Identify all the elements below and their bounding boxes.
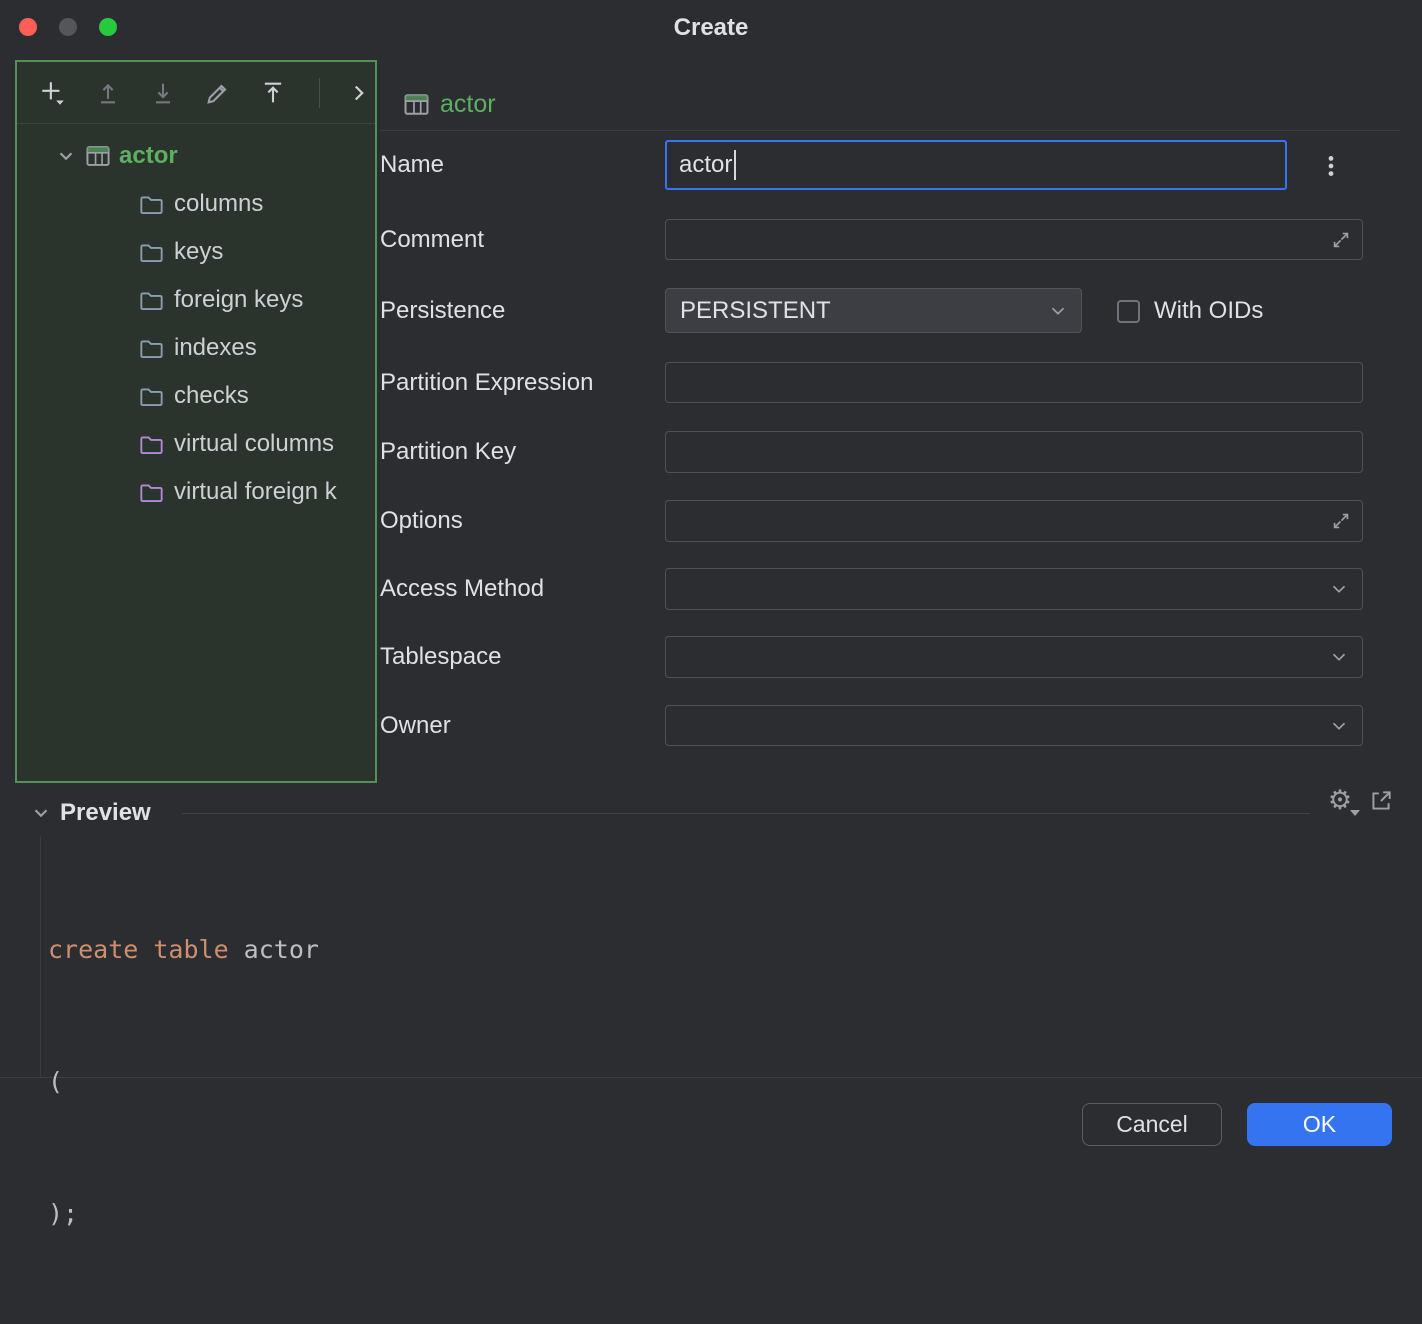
titlebar: Create [0,0,1422,55]
tree-item-checks[interactable]: checks [17,372,375,420]
tree-item-label: indexes [174,334,257,362]
partition-key-label: Partition Key [380,431,516,473]
expand-icon[interactable] [1330,229,1352,251]
toolbar-separator [319,78,320,108]
tree-item-label: actor [119,142,178,170]
sql-text: ); [48,1199,78,1228]
add-button[interactable] [37,76,70,110]
chevron-down-icon [1328,715,1350,737]
sql-text: ( [48,1067,63,1096]
sql-line: create table actor [48,928,319,972]
gear-icon[interactable]: ⚙ [1322,782,1358,818]
tree-item-label: virtual columns [174,430,334,458]
preview-title[interactable]: Preview [60,799,151,827]
folder-icon [139,240,164,265]
folder-icon [139,432,164,457]
comment-input[interactable] [665,219,1363,260]
name-input-value: actor [679,151,732,179]
window-title: Create [0,0,1422,55]
tab-divider [380,130,1400,131]
text-caret [734,150,736,180]
structure-tree-panel: actor columns keys foreign keys indexes … [15,60,377,783]
name-input[interactable]: actor [665,140,1287,190]
access-method-label: Access Method [380,568,544,610]
folder-icon [139,480,164,505]
tree-toolbar [17,62,375,124]
sql-keyword: create table [48,935,229,964]
preview-code-area: create table actor ( ); [0,828,1422,1078]
tablespace-select[interactable] [665,636,1363,678]
edit-pencil-icon[interactable] [202,76,235,110]
tree-item-label: checks [174,382,249,410]
persistence-label: Persistence [380,288,505,333]
move-down-icon[interactable] [147,76,180,110]
chevron-right-icon[interactable] [342,76,375,110]
preview-header: Preview [30,794,151,832]
tree-item-label: columns [174,190,263,218]
table-icon [85,143,111,169]
tablespace-label: Tablespace [380,636,501,678]
ok-button[interactable]: OK [1247,1103,1392,1146]
folder-icon [139,384,164,409]
structure-tree: actor columns keys foreign keys indexes … [17,132,375,516]
tree-item-label: virtual foreign k [174,478,337,506]
with-oids-checkbox[interactable] [1117,300,1140,323]
code-gutter-line [40,836,41,1078]
tree-item-label: keys [174,238,223,266]
tree-item-virtual-columns[interactable]: virtual columns [17,420,375,468]
tree-item-foreign-keys[interactable]: foreign keys [17,276,375,324]
tab-actor[interactable]: actor [403,84,496,124]
tree-item-indexes[interactable]: indexes [17,324,375,372]
chevron-down-icon[interactable] [30,802,52,824]
owner-label: Owner [380,705,451,746]
tree-item-virtual-foreign-keys[interactable]: virtual foreign k [17,468,375,516]
kebab-menu-icon[interactable] [1318,142,1344,190]
persistence-select-value: PERSISTENT [680,297,831,325]
cancel-button[interactable]: Cancel [1082,1103,1222,1146]
with-oids-label: With OIDs [1154,288,1263,333]
expand-icon[interactable] [1330,510,1352,532]
persistence-select[interactable]: PERSISTENT [665,288,1082,333]
folder-icon [139,288,164,313]
sql-line: ( [48,1060,319,1104]
tree-item-keys[interactable]: keys [17,228,375,276]
partition-key-input[interactable] [665,431,1363,473]
folder-icon [139,336,164,361]
tree-item-label: foreign keys [174,286,303,314]
options-input[interactable] [665,500,1363,542]
tree-item-actor[interactable]: actor [17,132,375,180]
chevron-down-icon [1328,578,1350,600]
gear-dropdown-arrow [1350,810,1360,816]
sql-text: actor [229,935,319,964]
options-label: Options [380,500,463,542]
sql-line: ); [48,1192,319,1236]
folder-icon [139,192,164,217]
chevron-down-icon [1328,646,1350,668]
partition-expression-input[interactable] [665,362,1363,403]
preview-divider [182,813,1310,814]
comment-label: Comment [380,219,484,260]
partition-expression-label: Partition Expression [380,362,593,403]
owner-select[interactable] [665,705,1363,746]
move-up-icon[interactable] [92,76,125,110]
tree-item-columns[interactable]: columns [17,180,375,228]
preview-sql[interactable]: create table actor ( ); [48,840,319,1324]
name-label: Name [380,140,444,190]
export-icon[interactable] [256,76,289,110]
tab-label: actor [440,90,496,119]
open-in-editor-icon[interactable] [1366,786,1396,816]
chevron-down-icon[interactable] [55,145,77,167]
chevron-down-icon [1047,300,1069,322]
table-icon [403,91,430,118]
access-method-select[interactable] [665,568,1363,610]
